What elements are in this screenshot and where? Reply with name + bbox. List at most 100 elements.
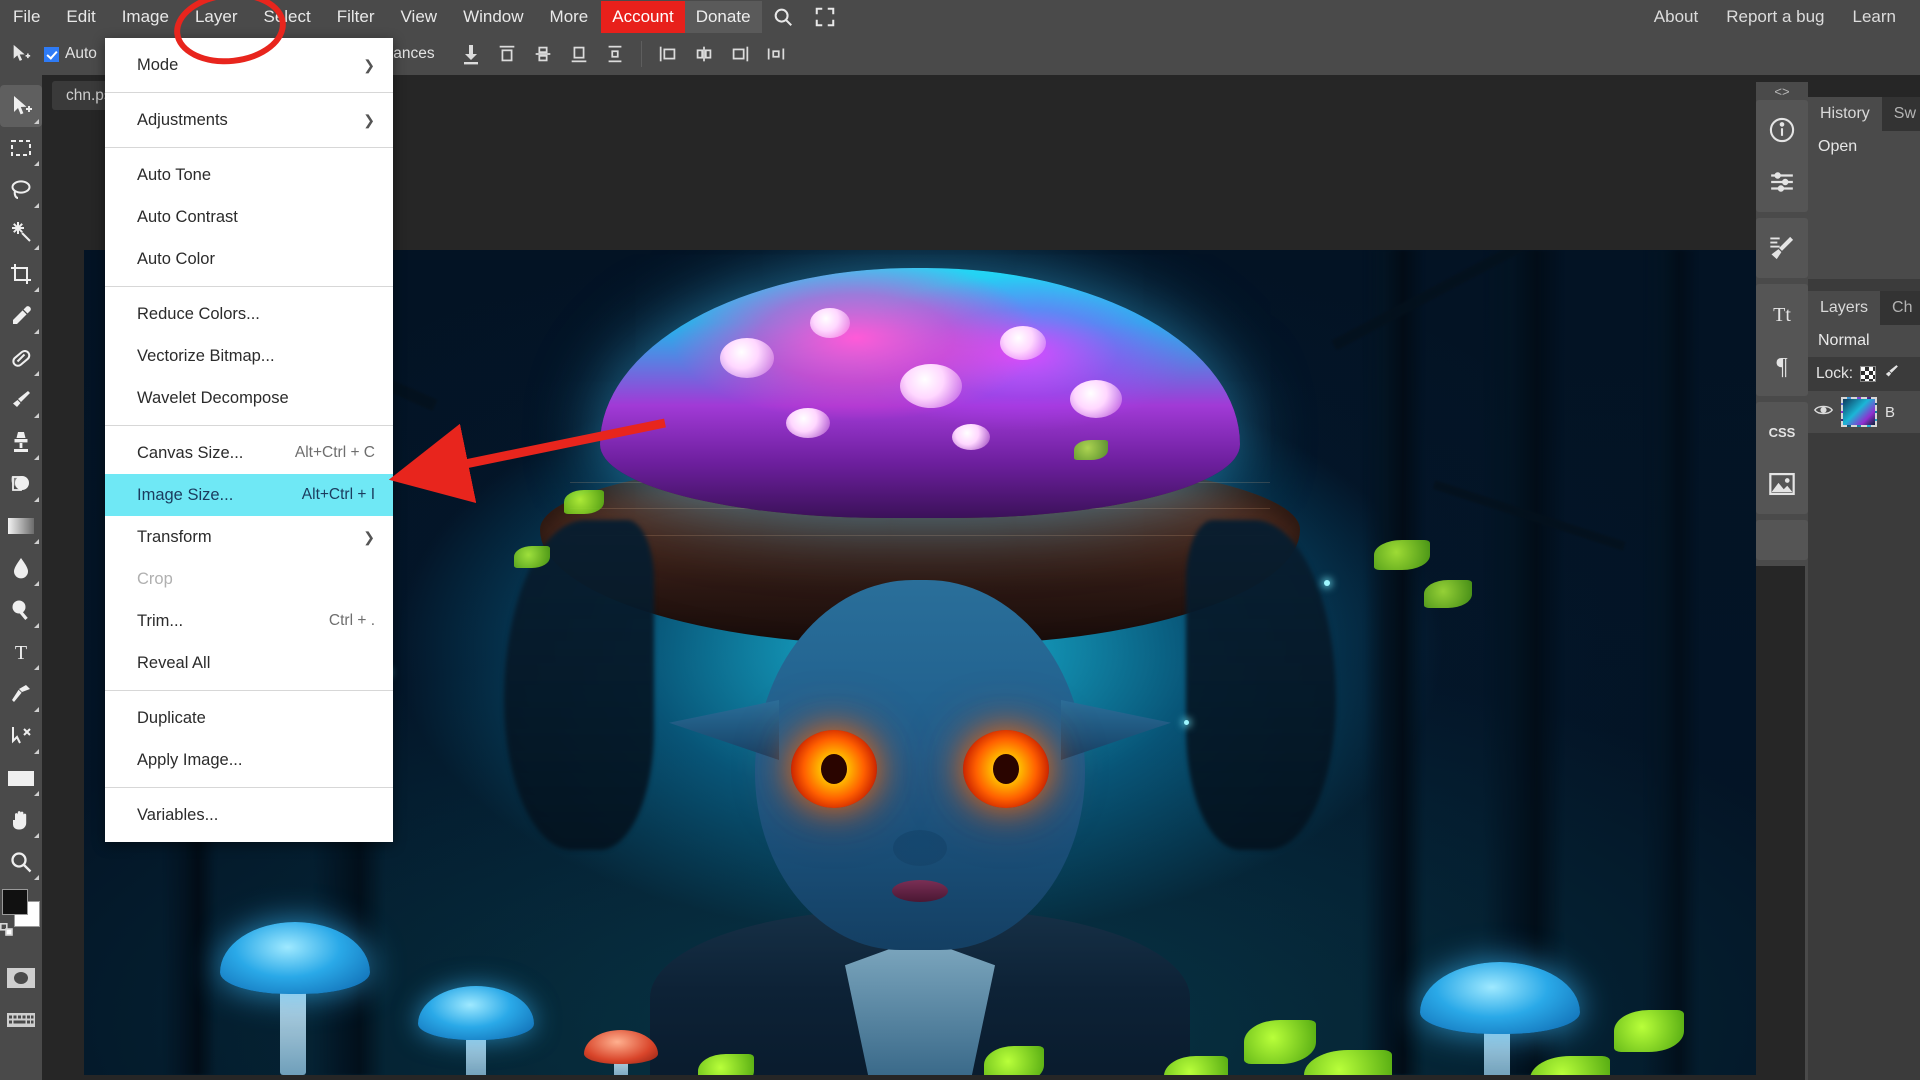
quick-mask-icon[interactable]	[0, 957, 42, 999]
paint-lock-icon[interactable]	[1883, 363, 1900, 385]
fullscreen-icon[interactable]	[804, 4, 846, 30]
chevron-right-icon: ❯	[363, 56, 375, 73]
tab-history[interactable]: History	[1808, 97, 1882, 131]
tool-healing-brush[interactable]	[0, 337, 42, 379]
image-menu-dropdown[interactable]: Mode ❯ Adjustments ❯ Auto Tone Auto Cont…	[105, 38, 393, 842]
tab-swatches[interactable]: Sw	[1881, 97, 1920, 131]
history-entry-open[interactable]: Open	[1808, 131, 1920, 163]
keyboard-icon[interactable]	[0, 999, 42, 1041]
tool-eraser[interactable]	[0, 463, 42, 505]
info-circle-icon[interactable]	[1756, 104, 1808, 156]
foreground-color-swatch[interactable]	[2, 889, 28, 915]
menu-image[interactable]: Image	[109, 2, 182, 32]
drag-grip-icon[interactable]: <>	[1756, 82, 1808, 100]
menu-file[interactable]: File	[0, 2, 53, 32]
type-tt-icon[interactable]: Tt	[1756, 288, 1808, 340]
menu-item-trim[interactable]: Trim... Ctrl + .	[105, 600, 393, 642]
menu-window[interactable]: Window	[450, 2, 536, 32]
menu-item-auto-contrast[interactable]: Auto Contrast	[105, 196, 393, 238]
menu-item-auto-tone[interactable]: Auto Tone	[105, 154, 393, 196]
report-a-bug-link[interactable]: Report a bug	[1712, 3, 1838, 31]
menu-item-canvas-size[interactable]: Canvas Size... Alt+Ctrl + C	[105, 432, 393, 474]
tool-lasso[interactable]	[0, 169, 42, 211]
layer-row[interactable]: B	[1808, 391, 1920, 433]
photopea-app-window: File Edit Image Layer Select Filter View…	[0, 0, 1920, 1080]
chevron-right-icon: ❯	[363, 528, 375, 545]
menu-item-apply-image[interactable]: Apply Image...	[105, 739, 393, 781]
menu-item-label: Auto Tone	[137, 165, 212, 184]
menu-item-duplicate[interactable]: Duplicate	[105, 697, 393, 739]
menu-item-reduce-colors[interactable]: Reduce Colors...	[105, 293, 393, 335]
menu-separator	[105, 690, 393, 691]
tool-crop[interactable]	[0, 253, 42, 295]
sliders-icon[interactable]	[1756, 156, 1808, 208]
menu-item-wavelet-decompose[interactable]: Wavelet Decompose	[105, 377, 393, 419]
tool-path-select[interactable]	[0, 715, 42, 757]
help-links: About Report a bug Learn	[1640, 3, 1920, 31]
menu-item-transform[interactable]: Transform ❯	[105, 516, 393, 558]
menu-separator	[105, 787, 393, 788]
tool-magic-wand[interactable]	[0, 211, 42, 253]
css-icon[interactable]: CSS	[1756, 406, 1808, 458]
menu-item-crop: Crop	[105, 558, 393, 600]
menu-item-reveal-all[interactable]: Reveal All	[105, 642, 393, 684]
menu-filter[interactable]: Filter	[324, 2, 388, 32]
align-left-icon[interactable]	[650, 37, 686, 71]
menu-item-image-size[interactable]: Image Size... Alt+Ctrl + I	[105, 474, 393, 516]
eye-icon[interactable]	[1813, 403, 1834, 422]
tool-rectangular-marquee[interactable]	[0, 127, 42, 169]
align-top-icon[interactable]	[489, 37, 525, 71]
menu-item-vectorize-bitmap[interactable]: Vectorize Bitmap...	[105, 335, 393, 377]
main-menu-bar: File Edit Image Layer Select Filter View…	[0, 0, 1920, 33]
donate-button[interactable]: Donate	[684, 0, 762, 33]
tool-shape[interactable]	[0, 757, 42, 799]
distribute-horizontal-icon[interactable]	[758, 37, 794, 71]
tab-channels[interactable]: Ch	[1880, 291, 1920, 325]
align-horizontal-center-icon[interactable]	[686, 37, 722, 71]
tool-eyedropper[interactable]	[0, 295, 42, 337]
layer-thumbnail[interactable]	[1841, 397, 1877, 427]
auto-select-checkbox[interactable]: Auto	[44, 45, 97, 63]
blend-mode-select[interactable]: Normal	[1808, 325, 1920, 357]
menu-item-label: Image Size...	[137, 485, 234, 504]
color-swatches[interactable]	[0, 889, 42, 949]
menu-view[interactable]: View	[388, 2, 451, 32]
menu-item-label: Apply Image...	[137, 750, 243, 769]
tab-layers[interactable]: Layers	[1808, 291, 1881, 325]
learn-link[interactable]: Learn	[1839, 3, 1910, 31]
picture-icon[interactable]	[1756, 458, 1808, 510]
tool-hand[interactable]	[0, 799, 42, 841]
download-icon[interactable]	[453, 37, 489, 71]
menu-item-variables[interactable]: Variables...	[105, 794, 393, 836]
align-right-icon[interactable]	[722, 37, 758, 71]
character-eye-right	[963, 730, 1049, 808]
reset-colors-icon[interactable]	[0, 923, 14, 937]
align-vertical-center-icon[interactable]	[525, 37, 561, 71]
account-button[interactable]: Account	[601, 0, 685, 33]
menu-more[interactable]: More	[537, 2, 602, 32]
about-link[interactable]: About	[1640, 3, 1712, 31]
menu-edit[interactable]: Edit	[53, 2, 108, 32]
tool-move[interactable]	[0, 85, 42, 127]
tools-panel: T	[0, 75, 42, 1080]
tool-type[interactable]: T	[0, 631, 42, 673]
tool-dodge[interactable]	[0, 589, 42, 631]
tool-clone-stamp[interactable]	[0, 421, 42, 463]
distribute-vertical-icon[interactable]	[597, 37, 633, 71]
menu-item-auto-color[interactable]: Auto Color	[105, 238, 393, 280]
tool-blur[interactable]	[0, 547, 42, 589]
menu-item-adjustments[interactable]: Adjustments ❯	[105, 99, 393, 141]
menu-item-label: Reduce Colors...	[137, 304, 260, 323]
history-list[interactable]: Open	[1808, 131, 1920, 279]
tool-zoom[interactable]	[0, 841, 42, 883]
tool-brush[interactable]	[0, 379, 42, 421]
menu-separator	[105, 286, 393, 287]
search-icon[interactable]	[762, 4, 804, 30]
tool-pen[interactable]	[0, 673, 42, 715]
pilcrow-icon[interactable]: ¶	[1756, 340, 1808, 392]
align-bottom-icon[interactable]	[561, 37, 597, 71]
transparency-lock-icon[interactable]	[1860, 366, 1877, 382]
brush-settings-icon[interactable]	[1756, 222, 1808, 274]
menu-item-label: Transform	[137, 527, 212, 546]
tool-gradient[interactable]	[0, 505, 42, 547]
